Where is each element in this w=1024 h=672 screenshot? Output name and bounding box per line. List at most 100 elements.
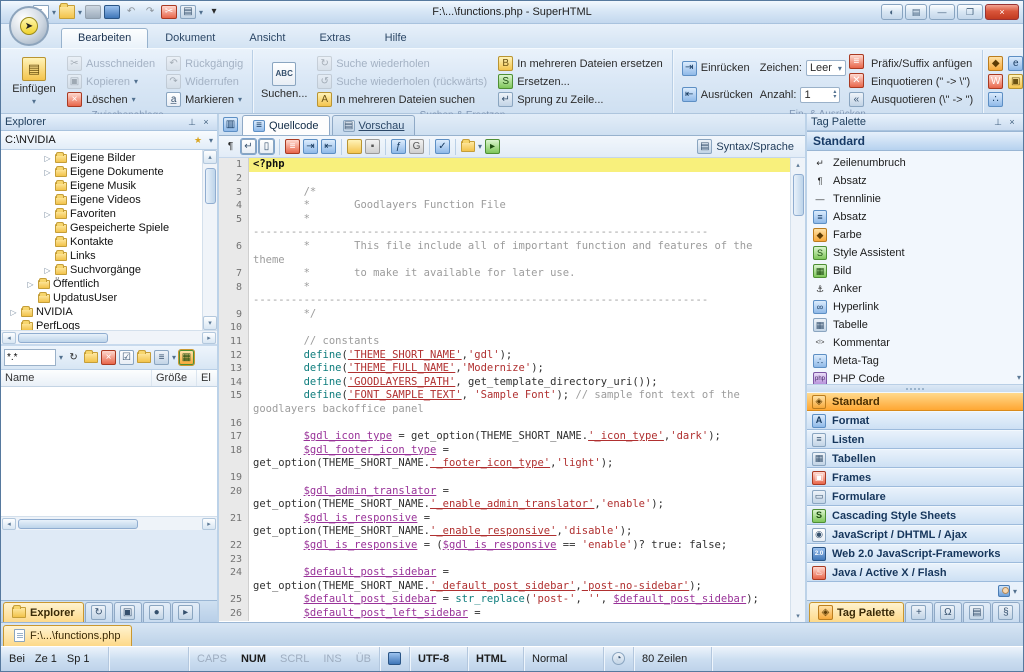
ribbon-toggle-icon[interactable]: ▤ [905, 4, 927, 20]
highlight-lines-icon[interactable]: ≡ [285, 139, 300, 154]
style-switch-icon[interactable]: ◐ [881, 4, 903, 20]
ribbon-tab-bearbeiten[interactable]: Bearbeiten [61, 28, 148, 48]
search-in-files-button[interactable]: AIn mehreren Dateien suchen [313, 91, 491, 108]
cut-button[interactable]: ✂Ausschneiden [63, 55, 159, 72]
scroll-up-icon[interactable]: ▴ [203, 150, 217, 164]
repeat-search-button[interactable]: ↻Suche wiederholen [313, 55, 491, 72]
file-filter-input[interactable] [4, 349, 56, 366]
column-mode-toggle[interactable]: ▯ [259, 139, 274, 154]
word-import-icon[interactable]: W [988, 74, 1003, 89]
pin-icon[interactable]: ⊥ [991, 116, 1005, 129]
scroll-thumb[interactable] [18, 333, 108, 343]
view-mode-icon[interactable]: ≡ [154, 350, 169, 365]
category-tabellen[interactable]: ▦Tabellen [807, 449, 1023, 468]
paste-button[interactable]: ▤ Einfügen ▾ [8, 53, 60, 109]
open-file-icon[interactable] [59, 5, 75, 19]
repeat-search-back-button[interactable]: ↺Suche wiederholen (rückwärts) [313, 73, 491, 90]
preview-toggle-icon[interactable]: ▦ [179, 350, 194, 365]
lock-icon[interactable] [347, 139, 362, 154]
category-javascript-dhtml-ajax[interactable]: ◉JavaScript / DHTML / Ajax [807, 525, 1023, 544]
scroll-up-icon[interactable]: ▴ [796, 158, 800, 171]
replace-button[interactable]: SErsetzen... [494, 73, 667, 90]
tree-item-suchvorgänge[interactable]: ▷Suchvorgänge [1, 263, 202, 277]
mark-button[interactable]: a̲Markieren▾ [162, 91, 247, 108]
ribbon-tab-extras[interactable]: Extras [302, 28, 367, 48]
tree-item-eigene-videos[interactable]: Eigene Videos [1, 193, 202, 207]
user-icon[interactable] [998, 585, 1010, 597]
snippets-tab[interactable]: ▣ [114, 602, 142, 622]
scroll-down-icon[interactable]: ▾ [203, 316, 217, 330]
tree-item-favoriten[interactable]: ▷Favoriten [1, 207, 202, 221]
tree-item-gespeicherte-spiele[interactable]: Gespeicherte Spiele [1, 221, 202, 235]
column-size[interactable]: Größe [152, 370, 197, 386]
category-formulare[interactable]: ▭Formulare [807, 487, 1023, 506]
unquote-button[interactable]: Ausquotieren (\" -> ") [867, 91, 977, 108]
tree-item-öffentlich[interactable]: ▷Öffentlich [1, 277, 202, 291]
select-files-icon[interactable]: ☑ [119, 350, 134, 365]
column-name[interactable]: Name [1, 370, 152, 386]
tree-item-eigene-dokumente[interactable]: ▷Eigene Dokumente [1, 165, 202, 179]
category-standard[interactable]: ◈Standard [807, 392, 1023, 411]
special-chars-tab[interactable]: Ω [934, 602, 962, 622]
spellcheck-icon[interactable]: ✓ [435, 139, 450, 154]
palette-item-trennlinie[interactable]: —Trennlinie [807, 190, 1023, 208]
remove-blank-lines-icon[interactable]: ≡ [849, 54, 864, 69]
snippet-icon[interactable]: ▣ [1008, 74, 1023, 89]
outdent-button[interactable]: ⇤Ausrücken [678, 86, 757, 103]
syntax-language-button[interactable]: ▤Syntax/Sprache [690, 138, 801, 156]
expand-arrow-icon[interactable]: ▷ [9, 308, 18, 317]
code-lines[interactable]: 1<?php23 /*4 * Goodlayers Function File5… [219, 158, 790, 622]
search-button[interactable]: ABC Suchen... [258, 53, 310, 109]
color-picker-icon[interactable]: ◆ [988, 56, 1003, 71]
sync-tab[interactable]: ▸ [172, 602, 200, 622]
ribbon-tab-ansicht[interactable]: Ansicht [232, 28, 302, 48]
snippets-tab[interactable]: ▤ [963, 602, 991, 622]
readonly-icon[interactable]: ▪ [365, 139, 380, 154]
mode-indicator[interactable]: Normal [524, 647, 604, 671]
category-cascading-style-sheets[interactable]: SCascading Style Sheets [807, 506, 1023, 525]
column-type[interactable]: El [197, 370, 217, 386]
tab-quellcode[interactable]: ≡ Quellcode [242, 115, 330, 135]
macro-icon[interactable]: G [409, 139, 424, 154]
explorer-tab[interactable]: Explorer [3, 602, 84, 622]
scroll-thumb[interactable] [793, 174, 804, 216]
new-folder-icon[interactable] [84, 352, 98, 363]
delete-lines-icon[interactable]: ✕ [849, 73, 864, 88]
join-lines-icon[interactable]: « [849, 92, 864, 107]
redo-icon[interactable]: ↷ [142, 5, 158, 19]
tree-horizontal-scrollbar[interactable]: ◂ ▸ [1, 330, 217, 344]
palette-item-hyperlink[interactable]: ∞Hyperlink [807, 298, 1023, 316]
refresh-icon[interactable]: ↻ [66, 350, 81, 365]
scroll-left-icon[interactable]: ◂ [2, 518, 16, 530]
tag-palette-tab[interactable]: ◈Tag Palette [809, 602, 904, 622]
unindent-icon[interactable]: ⇤ [321, 139, 336, 154]
formatting-marks-icon[interactable]: ¶ [223, 139, 238, 154]
ribbon-tab-hilfe[interactable]: Hilfe [368, 28, 424, 48]
replace-in-files-button[interactable]: BIn mehreren Dateien ersetzen [494, 55, 667, 72]
filter-tab[interactable]: ● [143, 602, 171, 622]
tree-item-eigene-bilder[interactable]: ▷Eigene Bilder [1, 151, 202, 165]
copy-button[interactable]: ▣Kopieren▾ [63, 73, 159, 90]
meta-insert-icon[interactable]: ∴ [988, 92, 1003, 107]
minimize-button[interactable]: — [929, 4, 955, 20]
expand-arrow-icon[interactable]: ▷ [43, 168, 52, 177]
indent-button[interactable]: ⇥Einrücken [678, 60, 757, 77]
print-icon[interactable]: ▤ [180, 5, 196, 19]
tree-vertical-scrollbar[interactable]: ▴ ▾ [202, 150, 217, 330]
category-format[interactable]: AFormat [807, 411, 1023, 430]
code-editor[interactable]: 1<?php23 /*4 * Goodlayers Function File5… [219, 158, 805, 622]
palette-item-style-assistent[interactable]: SStyle Assistent [807, 244, 1023, 262]
customize-qat-icon[interactable]: ▾ [206, 5, 222, 19]
tree-item-eigene-musik[interactable]: Eigene Musik [1, 179, 202, 193]
document-tab-functions-php[interactable]: F:\...\functions.php [3, 625, 132, 646]
palette-item-kommentar[interactable]: <!>Kommentar [807, 334, 1023, 352]
scroll-down-icon[interactable]: ▾ [796, 609, 800, 622]
cut-icon[interactable]: ✂ [161, 5, 177, 19]
ribbon-tab-dokument[interactable]: Dokument [148, 28, 232, 48]
goto-line-button[interactable]: ↵Sprung zu Zeile... [494, 91, 667, 108]
palette-item-farbe[interactable]: ◆Farbe [807, 226, 1023, 244]
palette-scroll-down-icon[interactable]: ▾ [1017, 373, 1021, 382]
palette-item-php-code[interactable]: phpPHP Code [807, 370, 1023, 385]
ftp-tab[interactable]: ↻ [85, 602, 113, 622]
tree-item-perflogs[interactable]: PerfLogs [1, 319, 202, 330]
